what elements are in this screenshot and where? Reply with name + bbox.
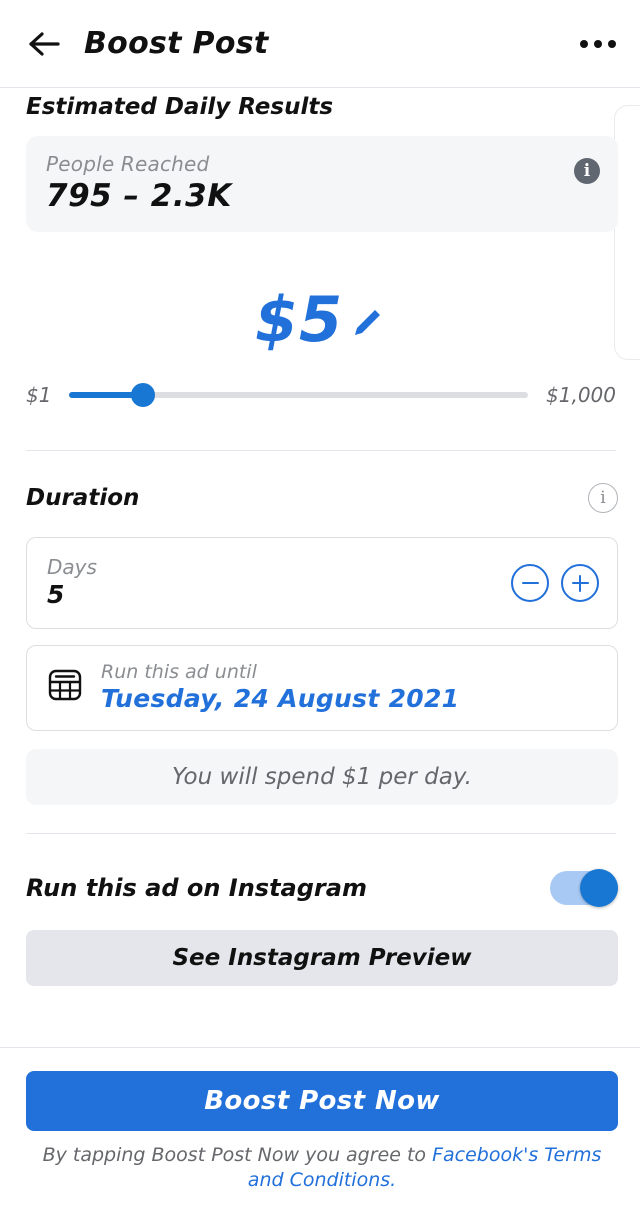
end-date-label: Run this ad until: [101, 661, 257, 683]
plus-icon: [578, 574, 582, 592]
days-stepper: [511, 564, 599, 602]
people-reached-value: 795 – 2.3K: [46, 178, 232, 214]
days-field-card: Days 5: [26, 537, 618, 629]
people-reached-card: People Reached 795 – 2.3K i: [26, 136, 618, 232]
instagram-toggle-row: Run this ad on Instagram: [26, 864, 618, 912]
section-divider: [26, 833, 616, 834]
people-reached-label: People Reached: [46, 152, 210, 176]
boost-post-now-label: Boost Post Now: [204, 1086, 440, 1116]
pencil-icon[interactable]: [349, 304, 385, 348]
page-title: Boost Post: [84, 26, 269, 61]
instagram-label: Run this ad on Instagram: [26, 874, 367, 902]
back-button[interactable]: [16, 15, 74, 73]
overflow-menu-button[interactable]: [570, 21, 626, 67]
slider-thumb[interactable]: [130, 383, 155, 407]
overflow-menu-icon: [594, 39, 602, 48]
toggle-knob: [580, 869, 618, 907]
minus-icon: [521, 581, 539, 585]
budget-slider[interactable]: [69, 380, 529, 410]
see-instagram-preview-button[interactable]: See Instagram Preview: [26, 930, 618, 986]
decrease-days-button[interactable]: [511, 564, 549, 602]
info-glyph: i: [583, 160, 591, 181]
bottom-action-bar: Boost Post Now By tapping Boost Post Now…: [0, 1047, 640, 1205]
overflow-menu-icon: [580, 39, 588, 48]
duration-title: Duration: [26, 485, 140, 511]
calendar-icon: [45, 665, 85, 709]
end-date-value: Tuesday, 24 August 2021: [101, 684, 460, 713]
boost-post-screen: Boost Post Estimated Daily Results Peopl…: [0, 0, 640, 1205]
scroll-content[interactable]: Estimated Daily Results People Reached 7…: [0, 88, 640, 1047]
overflow-menu-icon: [608, 39, 616, 48]
section-divider: [26, 450, 616, 451]
days-label: Days: [47, 555, 97, 579]
duration-header: Duration i: [26, 477, 618, 519]
arrow-left-icon: [28, 29, 62, 59]
end-date-card[interactable]: Run this ad until Tuesday, 24 August 202…: [26, 645, 618, 731]
terms-text: By tapping Boost Post Now you agree to F…: [34, 1143, 610, 1193]
budget-amount-value: $5: [254, 282, 344, 356]
instagram-toggle[interactable]: [550, 869, 618, 907]
days-value: 5: [47, 580, 65, 609]
slider-min-label: $1: [26, 383, 52, 407]
estimated-results-title: Estimated Daily Results: [26, 94, 334, 120]
slider-max-label: $1,000: [546, 383, 616, 407]
top-app-bar: Boost Post: [0, 0, 640, 88]
budget-slider-row[interactable]: $1 $1,000: [26, 368, 616, 422]
terms-prefix: By tapping Boost Post Now you agree to: [42, 1144, 433, 1166]
spend-note: You will spend $1 per day.: [26, 749, 618, 805]
info-outline-icon[interactable]: i: [588, 483, 618, 513]
increase-days-button[interactable]: [561, 564, 599, 602]
boost-post-now-button[interactable]: Boost Post Now: [26, 1071, 618, 1131]
budget-amount-row[interactable]: $5: [0, 276, 640, 362]
info-glyph: i: [600, 487, 606, 508]
info-filled-icon[interactable]: i: [574, 158, 600, 184]
